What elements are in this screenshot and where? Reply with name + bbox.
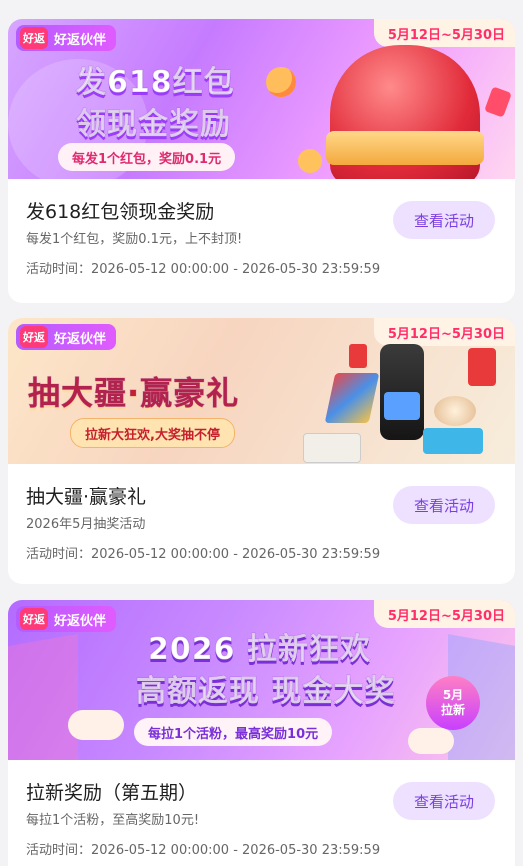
activity-subtitle: 每发1个红包，奖励0.1元，上不封顶! (26, 232, 243, 247)
brand-tag: 好返 好返伙伴 (16, 25, 117, 51)
activity-time: 活动时间：2026-05-12 00:00:00 - 2026-05-30 23… (26, 547, 381, 562)
banner-subheadline: 领现金奖励 (76, 107, 231, 143)
cloud-decoration (68, 710, 124, 740)
banner-reward-pill: 拉新大狂欢,大奖抽不停 (70, 418, 235, 448)
umbrella-illustration (324, 373, 380, 423)
brand-name: 好返伙伴 (54, 32, 107, 48)
activity-card[interactable]: 好返 好返伙伴 5月12日~5月30日 2026 拉新狂欢 高额返现 现金大奖 … (8, 600, 515, 866)
banner-reward-pill: 每拉1个活粉，最高奖励10元 (134, 718, 333, 746)
soap-box-illustration (423, 428, 483, 454)
mini-envelope-icon (484, 86, 512, 118)
banner-decoration (8, 633, 78, 760)
coin-icon (266, 67, 296, 97)
view-activity-button[interactable]: 查看活动 (393, 486, 495, 524)
activity-title: 发618红包领现金奖励 (26, 201, 215, 223)
cloud-decoration (408, 728, 454, 754)
red-envelope-icon (349, 344, 367, 368)
brand-tag: 好返 好返伙伴 (16, 606, 117, 632)
eggs-illustration (434, 396, 476, 426)
activity-time: 活动时间：2026-05-12 00:00:00 - 2026-05-30 23… (26, 262, 381, 277)
activity-info: 发618红包领现金奖励 每发1个红包，奖励0.1元，上不封顶! 活动时间：202… (8, 179, 515, 303)
banner-reward-pill: 每发1个红包，奖励0.1元 (58, 143, 236, 171)
brand-name: 好返伙伴 (54, 331, 107, 347)
date-range-badge: 5月12日~5月30日 (373, 600, 515, 628)
envelope-band (326, 131, 484, 165)
oven-illustration (303, 433, 361, 463)
banner-headline: 抽大疆·赢豪礼 (27, 374, 240, 413)
banner-headline: 2026 拉新狂欢 (148, 632, 371, 668)
activity-subtitle: 每拉1个活粉，至高奖励10元! (26, 813, 200, 828)
view-activity-button[interactable]: 查看活动 (393, 201, 495, 239)
activity-title: 拉新奖励（第五期） (26, 782, 198, 804)
coin-icon (298, 149, 322, 173)
activity-time: 活动时间：2026-05-12 00:00:00 - 2026-05-30 23… (26, 843, 381, 858)
brand-logo-icon: 好返 (20, 608, 48, 630)
activity-banner[interactable]: 好返 好返伙伴 5月12日~5月30日 发618红包 领现金奖励 每发1个红包，… (8, 19, 515, 179)
red-envelope-icon (468, 348, 496, 386)
brand-logo-icon: 好返 (20, 27, 48, 49)
banner-headline: 发618红包 (76, 65, 235, 101)
view-activity-button[interactable]: 查看活动 (393, 782, 495, 820)
brand-tag: 好返 好返伙伴 (16, 324, 117, 350)
activity-info: 抽大疆·赢豪礼 2026年5月抽奖活动 活动时间：2026-05-12 00:0… (8, 464, 515, 584)
activity-card[interactable]: 好返 好返伙伴 5月12日~5月30日 发618红包 领现金奖励 每发1个红包，… (8, 19, 515, 303)
activity-subtitle: 2026年5月抽奖活动 (26, 517, 146, 532)
banner-subheadline: 高额返现 现金大奖 (135, 674, 396, 710)
brand-logo-icon: 好返 (20, 326, 48, 348)
camera-screen (384, 392, 420, 420)
activity-card[interactable]: 好返 好返伙伴 5月12日~5月30日 抽大疆·赢豪礼 拉新大狂欢,大奖抽不停 … (8, 318, 515, 584)
date-range-badge: 5月12日~5月30日 (373, 19, 515, 47)
activity-info: 拉新奖励（第五期） 每拉1个活粉，至高奖励10元! 活动时间：2026-05-1… (8, 760, 515, 866)
activity-title: 抽大疆·赢豪礼 (26, 486, 147, 508)
brand-name: 好返伙伴 (54, 613, 107, 629)
activity-banner[interactable]: 好返 好返伙伴 5月12日~5月30日 抽大疆·赢豪礼 拉新大狂欢,大奖抽不停 (8, 318, 515, 464)
month-badge: 5月 拉新 (426, 676, 480, 730)
activity-banner[interactable]: 好返 好返伙伴 5月12日~5月30日 2026 拉新狂欢 高额返现 现金大奖 … (8, 600, 515, 760)
date-range-badge: 5月12日~5月30日 (373, 318, 515, 346)
